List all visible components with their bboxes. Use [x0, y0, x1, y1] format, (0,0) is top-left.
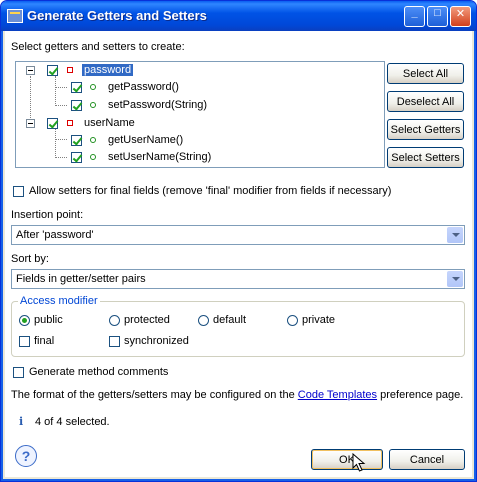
protected-label: protected [124, 314, 170, 326]
sort-by-label: Sort by: [11, 253, 49, 265]
ok-button[interactable]: OK [311, 449, 383, 470]
dialog-content: Select getters and setters to create: pa… [5, 31, 472, 477]
allow-setters-checkbox[interactable] [13, 186, 24, 197]
username-checkbox[interactable] [47, 118, 58, 129]
close-icon: ✕ [455, 8, 466, 20]
close-button[interactable]: ✕ [450, 6, 471, 27]
private-field-icon [67, 120, 73, 126]
sort-by-select[interactable]: Fields in getter/setter pairs [11, 269, 465, 289]
tree-item-password[interactable]: password [82, 64, 134, 76]
private-radio[interactable] [287, 315, 298, 326]
app-icon [7, 9, 23, 23]
chevron-down-icon[interactable] [447, 271, 463, 287]
getpassword-checkbox[interactable] [71, 82, 82, 93]
setpassword-checkbox[interactable] [71, 100, 82, 111]
public-method-icon [90, 84, 96, 90]
public-label: public [34, 314, 63, 326]
tree-item-getusername[interactable]: getUserName() [108, 134, 183, 146]
password-checkbox[interactable] [47, 65, 58, 76]
deselect-all-button[interactable]: Deselect All [387, 91, 464, 112]
tree-item-setusername[interactable]: setUserName(String) [108, 151, 211, 163]
window-title: Generate Getters and Setters [27, 8, 207, 23]
public-method-icon [90, 154, 96, 160]
title-bar[interactable]: Generate Getters and Setters _ □ ✕ [1, 1, 476, 31]
default-radio[interactable] [198, 315, 209, 326]
collapse-password-toggle[interactable] [26, 66, 35, 75]
setusername-checkbox[interactable] [71, 152, 82, 163]
insertion-point-select[interactable]: After 'password' [11, 225, 465, 245]
minimize-button[interactable]: _ [404, 6, 425, 27]
minimize-icon: _ [411, 7, 418, 19]
synchronized-label: synchronized [124, 335, 189, 347]
select-all-button[interactable]: Select All [387, 63, 464, 84]
maximize-button[interactable]: □ [427, 6, 448, 27]
access-modifier-legend: Access modifier [18, 295, 100, 307]
public-method-icon [90, 102, 96, 108]
collapse-username-toggle[interactable] [26, 119, 35, 128]
tree-item-setpassword[interactable]: setPassword(String) [108, 99, 207, 111]
private-label: private [302, 314, 336, 326]
insertion-point-value: After 'password' [16, 229, 94, 241]
tree-item-username[interactable]: userName [84, 117, 135, 129]
private-field-icon [67, 67, 73, 73]
select-label: Select getters and setters to create: [11, 41, 185, 53]
generate-comments-checkbox[interactable] [13, 367, 24, 378]
info-text: The format of the getters/setters may be… [11, 389, 463, 401]
allow-setters-label: Allow setters for final fields (remove '… [29, 185, 392, 197]
final-checkbox[interactable] [19, 336, 30, 347]
public-method-icon [90, 137, 96, 143]
insertion-point-label: Insertion point: [11, 209, 84, 221]
chevron-down-icon[interactable] [447, 227, 463, 243]
methods-tree[interactable]: password getPassword() setPassword(Strin… [15, 61, 385, 168]
sort-by-value: Fields in getter/setter pairs [16, 273, 146, 285]
synchronized-checkbox[interactable] [109, 336, 120, 347]
cancel-button[interactable]: Cancel [389, 449, 465, 470]
default-label: default [213, 314, 247, 326]
help-icon[interactable]: ? [15, 445, 37, 467]
final-label: final [34, 335, 55, 347]
access-modifier-group [11, 301, 465, 357]
getusername-checkbox[interactable] [71, 135, 82, 146]
generate-comments-label: Generate method comments [29, 366, 169, 378]
select-getters-button[interactable]: Select Getters [387, 119, 464, 140]
mouse-cursor-icon [352, 453, 366, 472]
public-radio[interactable] [19, 315, 30, 326]
select-setters-button[interactable]: Select Setters [387, 147, 464, 168]
protected-radio[interactable] [109, 315, 120, 326]
info-icon: i [19, 415, 24, 428]
code-templates-link[interactable]: Code Templates [298, 389, 377, 401]
maximize-icon: □ [434, 7, 441, 19]
selection-status: 4 of 4 selected. [35, 416, 110, 428]
info-text-before: The format of the getters/setters may be… [11, 389, 298, 401]
info-text-after: preference page. [377, 389, 464, 401]
tree-item-getpassword[interactable]: getPassword() [108, 81, 179, 93]
dialog-window: Generate Getters and Setters _ □ ✕ Selec… [0, 0, 477, 482]
